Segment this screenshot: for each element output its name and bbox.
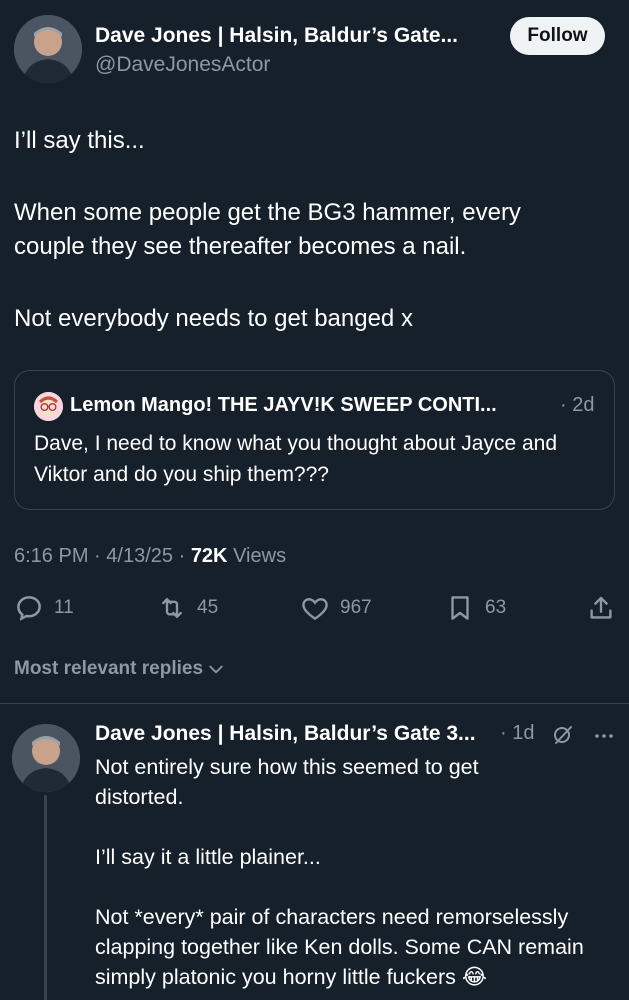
post-paragraph-3: Not everybody needs to get banged x	[14, 305, 413, 332]
reply-author-avatar[interactable]	[12, 724, 80, 792]
author-avatar[interactable]	[14, 15, 82, 83]
follow-button[interactable]: Follow	[510, 17, 605, 55]
share-icon	[590, 596, 612, 619]
meta-separator: ·	[178, 545, 186, 567]
quoted-post-time[interactable]: · 2d	[560, 394, 594, 417]
bookmark-count: 63	[485, 597, 507, 618]
chevron-down-icon	[209, 665, 223, 674]
repost-icon	[162, 598, 182, 618]
views-count: 72K	[190, 545, 228, 567]
post-paragraph-2: When some people get the BG3 hammer, eve…	[14, 199, 521, 260]
repost-count: 45	[197, 597, 219, 618]
reply-count: 11	[54, 597, 74, 618]
post-time[interactable]: 6:16 PM	[14, 545, 88, 567]
quoted-post[interactable]: Lemon Mango! THE JAYV!K SWEEP CONTI... ·…	[14, 370, 615, 510]
thread-line	[44, 795, 47, 1000]
like-count: 967	[340, 597, 372, 618]
post-paragraph-1: I’ll say this...	[14, 127, 145, 154]
reply-button[interactable]: 11	[14, 593, 74, 623]
reply-paragraph-2: I’ll say it a little plainer...	[95, 845, 321, 869]
grok-icon[interactable]	[551, 723, 575, 747]
quoted-author-name[interactable]: Lemon Mango! THE JAYV!K SWEEP CONTI...	[70, 394, 497, 417]
reply-author-name[interactable]: Dave Jones | Halsin, Baldur’s Gate 3...	[95, 722, 497, 746]
author-handle[interactable]: @DaveJonesActor	[95, 53, 270, 77]
share-button[interactable]	[586, 593, 616, 623]
heart-icon	[302, 598, 328, 621]
replies-sort-dropdown[interactable]: Most relevant replies	[14, 658, 226, 680]
reply-icon	[17, 596, 41, 621]
repost-button[interactable]: 45	[157, 593, 218, 623]
replies-sort-label: Most relevant replies	[14, 658, 204, 679]
like-button[interactable]: 967	[300, 593, 372, 623]
more-options-icon[interactable]	[592, 724, 616, 748]
bookmark-button[interactable]: 63	[445, 593, 506, 623]
reply-time[interactable]: · 1d	[500, 722, 534, 745]
quoted-author-avatar	[34, 392, 63, 421]
reply-text: Not entirely sure how this seemed to get…	[95, 752, 620, 992]
quoted-post-text: Dave, I need to know what you thought ab…	[34, 432, 558, 486]
views-label: Views	[233, 545, 287, 567]
author-name[interactable]: Dave Jones | Halsin, Baldur’s Gate...	[95, 24, 495, 48]
reply-paragraph-1: Not entirely sure how this seemed to get…	[95, 755, 479, 809]
meta-separator: ·	[94, 545, 101, 567]
reply-paragraph-3: Not *every* pair of characters need remo…	[95, 905, 584, 989]
post-date[interactable]: 4/13/25	[106, 545, 173, 567]
bookmark-icon	[451, 596, 469, 620]
section-divider	[0, 703, 629, 704]
post-meta: 6:16 PM · 4/13/25 · 72K Views	[14, 545, 286, 568]
